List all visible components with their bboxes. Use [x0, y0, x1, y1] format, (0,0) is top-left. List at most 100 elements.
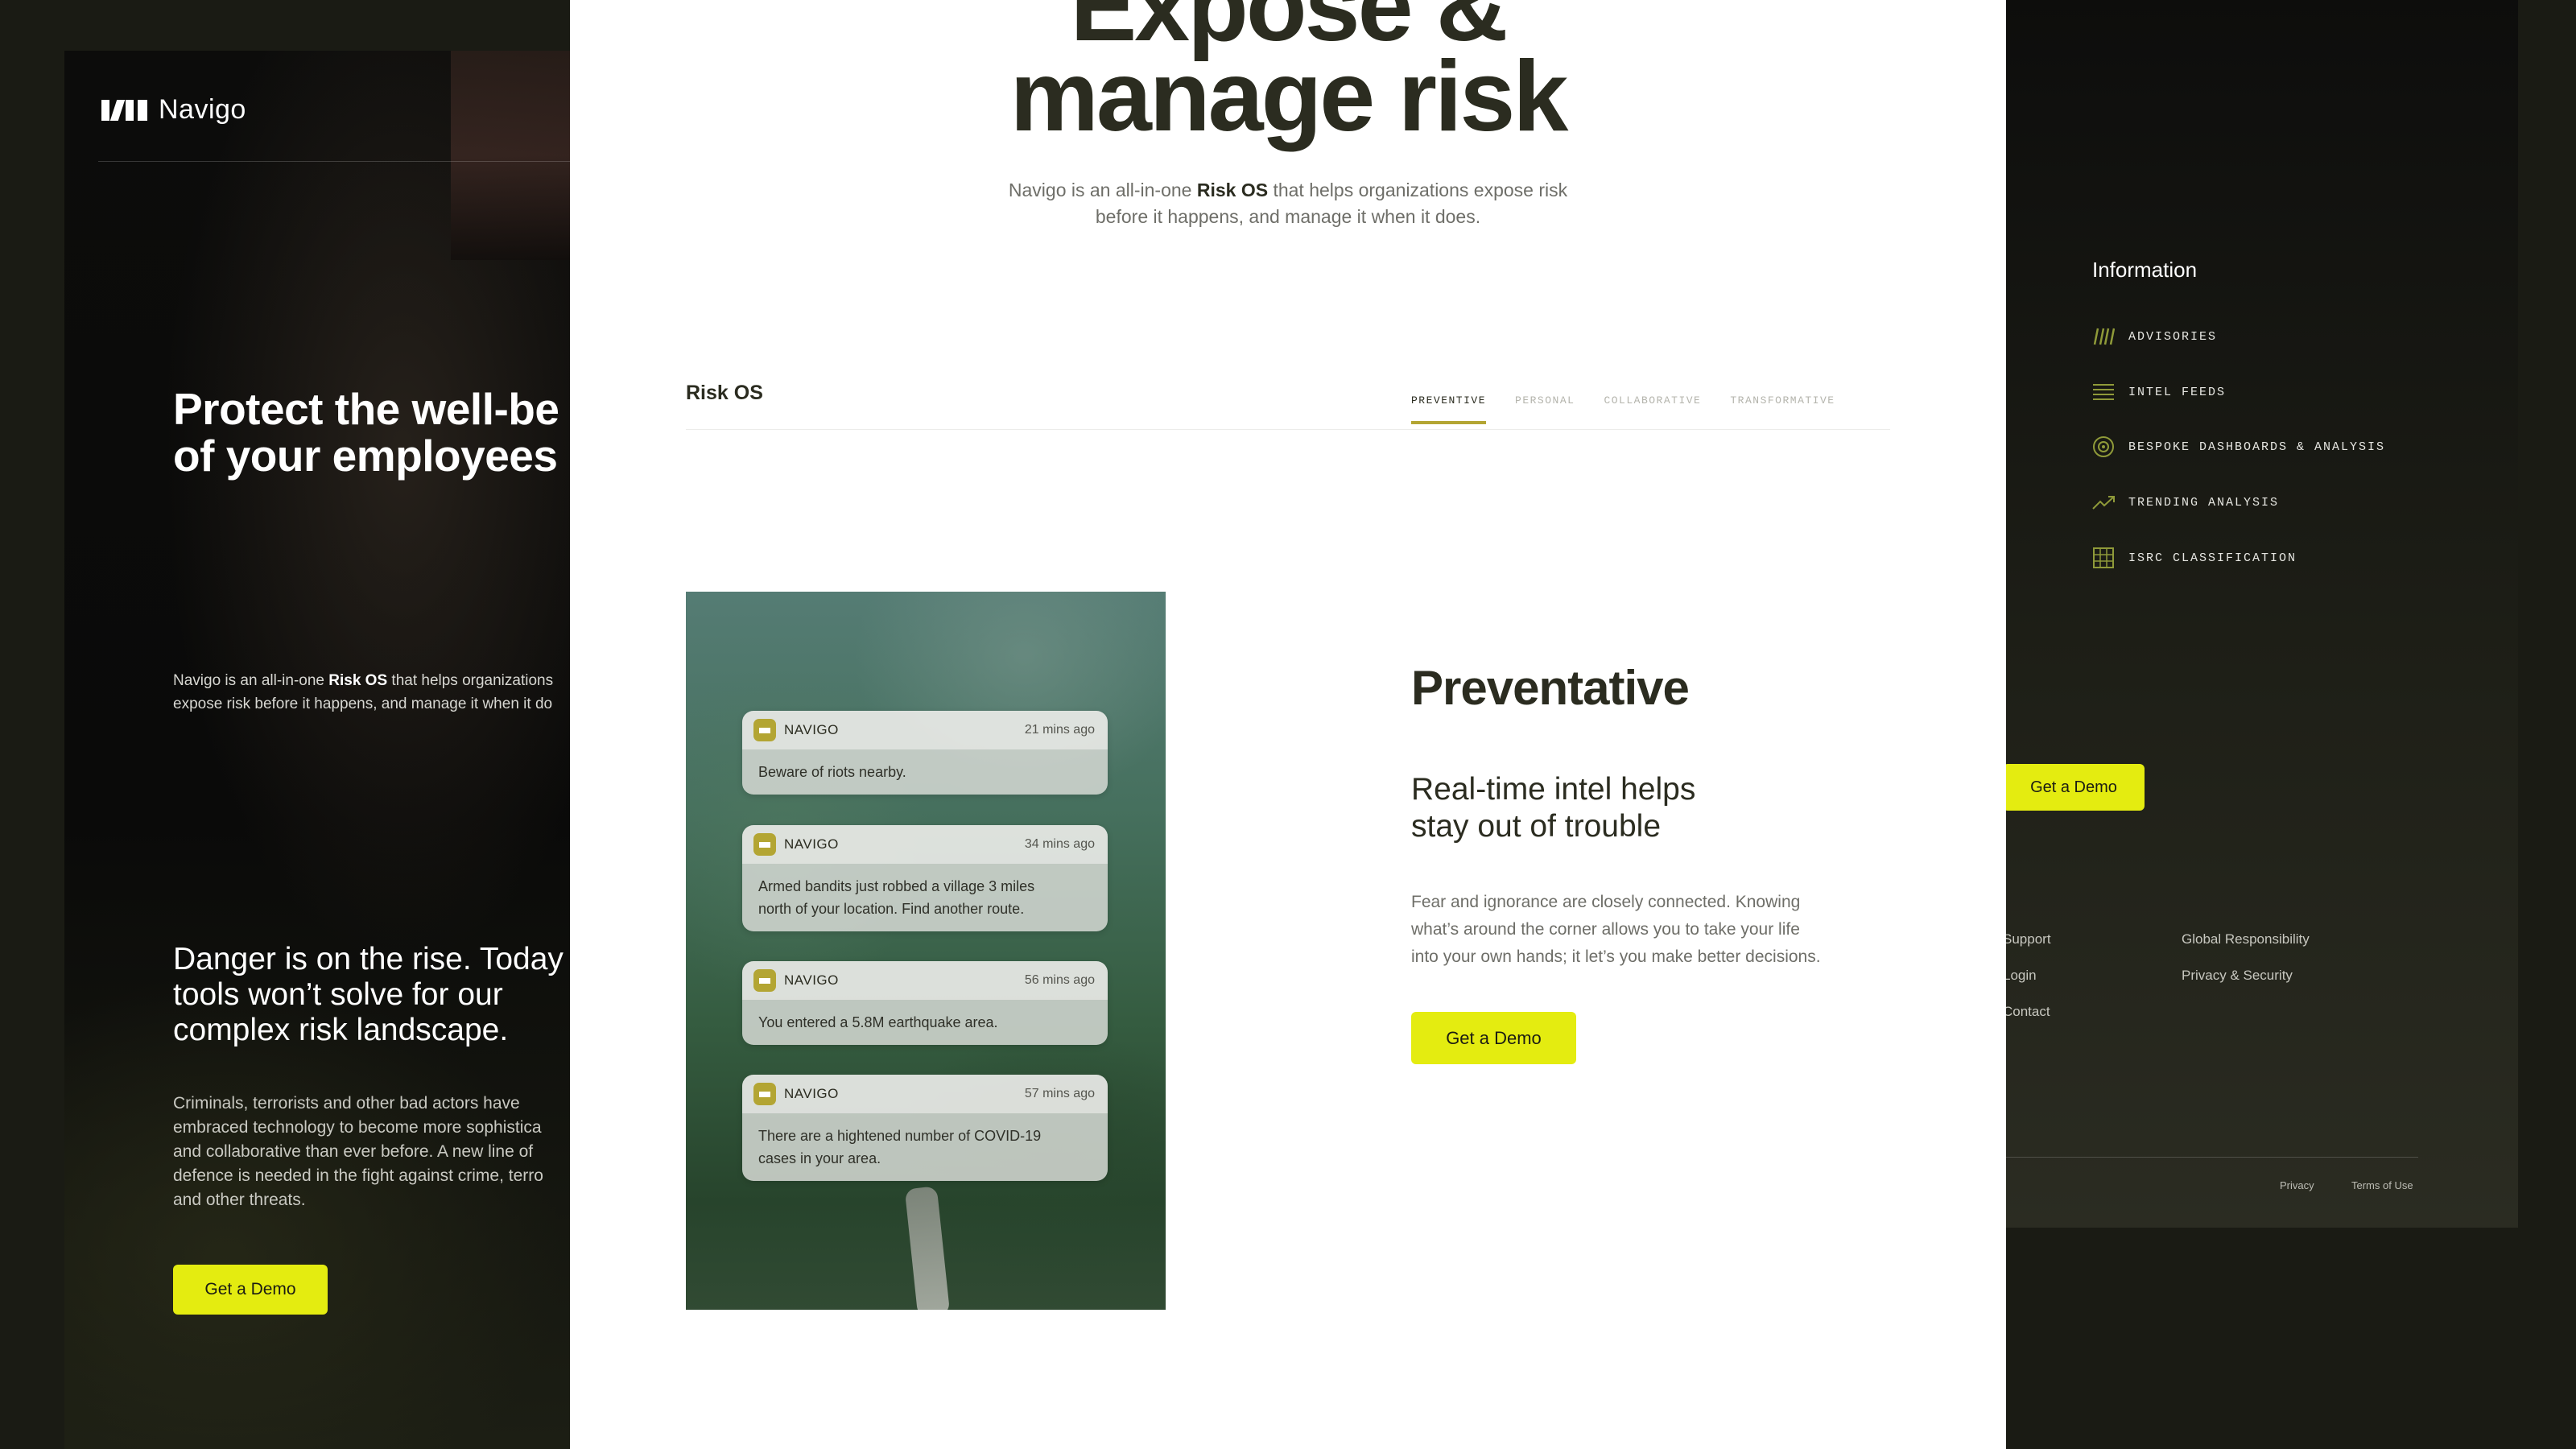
notification-time: 34 mins ago	[1024, 837, 1095, 851]
notification-line: Beware of riots nearby.	[758, 764, 906, 780]
notification-message: Armed bandits just robbed a village 3 mi…	[742, 864, 1108, 931]
body-text: expose risk before it happens, and manag…	[173, 696, 553, 712]
body-text: Navigo is an all-in-one	[173, 672, 329, 689]
danger-body-line: embraced technology to become more sophi…	[173, 1118, 542, 1137]
feature-subtitle: Real-time intel helps stay out of troubl…	[1411, 771, 1695, 845]
notification-line: north of your location. Find another rou…	[758, 901, 1025, 917]
notification-app: NAVIGO	[784, 1086, 839, 1101]
left-hero-title: Protect the well-be of your employees	[173, 386, 559, 479]
header-divider	[98, 161, 596, 162]
right-page-preview	[1996, 0, 2518, 1228]
danger-heading: Danger is on the rise. Today tools won’t…	[173, 942, 564, 1048]
notification-line: Armed bandits just robbed a village 3 mi…	[758, 878, 1035, 894]
notification-time: 56 mins ago	[1024, 973, 1095, 987]
navigo-app-icon	[753, 1083, 776, 1105]
info-item-label: ADVISORIES	[2128, 329, 2218, 344]
navigo-app-icon	[753, 969, 776, 992]
info-item-label: BESPOKE DASHBOARDS & ANALYSIS	[2128, 440, 2386, 454]
get-demo-button[interactable]: Get a Demo	[173, 1265, 328, 1315]
feature-title: Preventative	[1411, 661, 1690, 715]
notification-app: NAVIGO	[784, 972, 839, 988]
hero-subtitle: Navigo is an all-in-one Risk OS that hel…	[570, 177, 2006, 230]
footer-divider	[2003, 1157, 2418, 1158]
footer-link-login[interactable]: Login	[2003, 968, 2037, 984]
navigo-logo-icon	[101, 99, 147, 121]
tab-preventive[interactable]: PREVENTIVE	[1411, 394, 1487, 424]
road-graphic	[904, 1186, 951, 1310]
notification-line: You entered a 5.8M earthquake area.	[758, 1014, 998, 1030]
tab-personal[interactable]: PERSONAL	[1515, 394, 1575, 424]
feature-subtitle-line: stay out of trouble	[1411, 809, 1662, 844]
trend-icon	[2091, 490, 2116, 514]
body-text: that helps organizations	[387, 672, 554, 689]
grid-icon	[2091, 546, 2116, 570]
danger-heading-line: tools won’t solve for our	[173, 977, 503, 1012]
legal-link-terms[interactable]: Terms of Use	[2351, 1179, 2413, 1191]
notification-message: There are a hightened number of COVID-19…	[742, 1113, 1108, 1181]
feature-subtitle-line: Real-time intel helps	[1411, 772, 1696, 807]
tab-transformative[interactable]: TRANSFORMATIVE	[1730, 394, 1835, 424]
danger-body-line: and collaborative than ever before. A ne…	[173, 1142, 534, 1161]
hero-title-line: manage risk	[1009, 41, 1569, 152]
feature-body-line: into your own hands; it let’s you make b…	[1411, 947, 1821, 966]
footer-link-support[interactable]: Support	[2003, 931, 2051, 947]
notification-card: NAVIGO 34 mins ago Armed bandits just ro…	[742, 825, 1108, 931]
hero-subtitle-bold: Risk OS	[1196, 180, 1269, 200]
notification-app: NAVIGO	[784, 722, 839, 737]
navigo-app-icon	[753, 833, 776, 856]
lines-icon	[2091, 380, 2116, 404]
danger-heading-line: complex risk landscape.	[173, 1013, 509, 1047]
notification-time: 21 mins ago	[1024, 723, 1095, 737]
notification-card: NAVIGO 57 mins ago There are a hightened…	[742, 1075, 1108, 1181]
information-heading: Information	[2092, 258, 2198, 282]
danger-body: Criminals, terrorists and other bad acto…	[173, 1092, 543, 1212]
center-page-preview: Expose & manage risk Navigo is an all-in…	[570, 0, 2006, 1449]
left-hero-body: Navigo is an all-in-one Risk OS that hel…	[173, 669, 624, 716]
legal-link-privacy[interactable]: Privacy	[2280, 1179, 2314, 1191]
left-hero-title-line: of your employees	[173, 431, 558, 481]
footer-link-contact[interactable]: Contact	[2003, 1004, 2050, 1020]
hero-subtitle-text: that helps organizations expose risk	[1268, 180, 1568, 200]
info-item-trending[interactable]: TRENDING ANALYSIS	[2091, 490, 2279, 514]
notification-time: 57 mins ago	[1024, 1087, 1095, 1100]
danger-body-line: and other threats.	[173, 1191, 306, 1209]
tabs-divider	[686, 429, 1890, 430]
hero-title: Expose & manage risk	[570, 0, 2006, 152]
target-icon	[2091, 435, 2116, 459]
notification-line: cases in your area.	[758, 1150, 881, 1166]
info-item-intel-feeds[interactable]: INTEL FEEDS	[2091, 380, 2226, 404]
info-item-label: ISRC CLASSIFICATION	[2128, 551, 2297, 565]
get-demo-button[interactable]: Get a Demo	[2003, 764, 2145, 811]
logo-text: Navigo	[159, 94, 246, 125]
navigo-app-icon	[753, 719, 776, 741]
notification-app: NAVIGO	[784, 836, 839, 852]
info-item-advisories[interactable]: ADVISORIES	[2091, 324, 2217, 349]
feature-body: Fear and ignorance are closely connected…	[1411, 889, 1821, 971]
notification-card: NAVIGO 21 mins ago Beware of riots nearb…	[742, 711, 1108, 795]
notification-card: NAVIGO 56 mins ago You entered a 5.8M ea…	[742, 961, 1108, 1045]
quote-icon	[2091, 324, 2116, 349]
notification-message: Beware of riots nearby.	[742, 749, 1108, 795]
notifications-illustration: NAVIGO 21 mins ago Beware of riots nearb…	[686, 592, 1166, 1310]
info-item-dashboards[interactable]: BESPOKE DASHBOARDS & ANALYSIS	[2091, 435, 2385, 459]
feature-body-line: Fear and ignorance are closely connected…	[1411, 893, 1801, 911]
tab-collaborative[interactable]: COLLABORATIVE	[1604, 394, 1701, 424]
info-item-isrc[interactable]: ISRC CLASSIFICATION	[2091, 546, 2297, 570]
danger-body-line: Criminals, terrorists and other bad acto…	[173, 1094, 520, 1113]
navigo-logo[interactable]: Navigo	[101, 94, 246, 126]
get-demo-button[interactable]: Get a Demo	[1411, 1012, 1576, 1064]
left-hero-title-line: Protect the well-be	[173, 384, 559, 434]
section-label: Risk OS	[686, 382, 763, 404]
left-page-preview: Navigo Protect the well-be of your emplo…	[64, 51, 596, 1449]
feature-tabs: PREVENTIVE PERSONAL COLLABORATIVE TRANSF…	[1411, 394, 1835, 424]
hero-subtitle-text: Navigo is an all-in-one	[1008, 180, 1197, 200]
notification-message: You entered a 5.8M earthquake area.	[742, 1000, 1108, 1045]
danger-heading-line: Danger is on the rise. Today	[173, 942, 564, 976]
danger-body-line: defence is needed in the fight against c…	[173, 1166, 543, 1185]
body-bold: Risk OS	[328, 672, 388, 689]
footer-link-global-responsibility[interactable]: Global Responsibility	[2182, 931, 2310, 947]
footer-link-privacy-security[interactable]: Privacy & Security	[2182, 968, 2293, 984]
notification-line: There are a hightened number of COVID-19	[758, 1128, 1042, 1144]
hero-subtitle-line: before it happens, and manage it when it…	[1095, 206, 1481, 227]
info-item-label: TRENDING ANALYSIS	[2128, 495, 2280, 510]
